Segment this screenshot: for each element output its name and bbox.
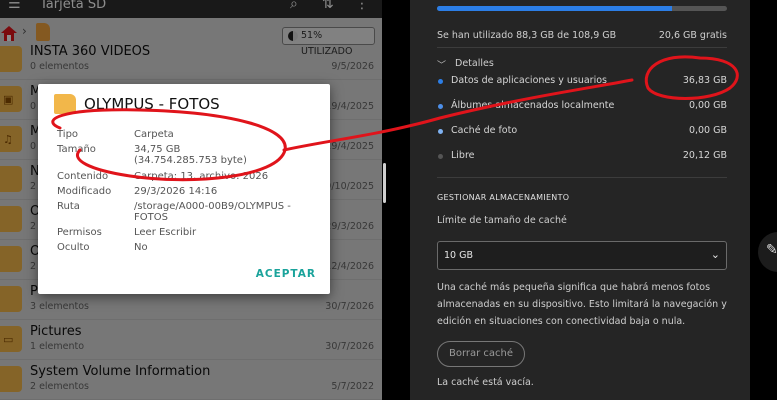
property-value: FOTOS (134, 212, 168, 223)
cache-limit-label: Límite de tamaño de caché (437, 215, 567, 226)
used-storage-text: Se han utilizado 88,3 GB de 108,9 GB (437, 30, 617, 41)
clear-cache-button[interactable]: Borrar caché (437, 341, 525, 367)
pencil-icon: ✎ (766, 242, 777, 258)
chevron-down-icon[interactable]: ﹀ (437, 58, 446, 71)
property-label: Tamaño (57, 144, 96, 155)
scroll-handle[interactable] (383, 163, 386, 203)
property-label: Oculto (57, 242, 90, 253)
cache-limit-value: 10 GB (444, 250, 473, 261)
section-title: GESTIONAR ALMACENAMIENTO (437, 193, 570, 202)
property-value: Carpeta (134, 129, 174, 140)
properties-dialog: OLYMPUS - FOTOS Tipo Carpeta Tamaño 34,75 G… (38, 84, 330, 294)
storage-item: Álbumes almacenados localmente 0,00 GB (437, 100, 727, 116)
storage-item: Datos de aplicaciones y usuarios 36,83 GB (437, 75, 727, 91)
cache-limit-select[interactable]: 10 GB ⌄ (437, 241, 727, 270)
property-value: 29/3/2026 14:16 (134, 186, 218, 197)
file-manager-panel: ☰ Tarjeta SD ⌕ ⇅ ⋮ › 51% UTILIZADO INSTA… (0, 0, 382, 400)
cache-description: Una caché más pequeña significa que habr… (437, 282, 727, 327)
divider (437, 177, 727, 178)
property-value: 34,75 GB (134, 144, 181, 155)
storage-item-label: Datos de aplicaciones y usuarios (451, 75, 607, 86)
property-value: Leer Escribir (134, 227, 197, 238)
accept-button[interactable]: ACEPTAR (256, 268, 316, 280)
property-value: Carpeta: 13, archivo: 2026 (134, 171, 269, 182)
chevron-down-icon: ⌄ (710, 248, 720, 261)
cache-settings-panel: Se han utilizado 88,3 GB de 108,9 GB 20,… (410, 0, 750, 400)
dialog-title: OLYMPUS - FOTOS (84, 95, 220, 113)
legend-dot (438, 79, 443, 84)
property-value: /storage/A000-00B9/OLYMPUS - (134, 201, 291, 212)
free-storage-text: 20,6 GB gratis (658, 30, 727, 41)
screen-edge: ✎ (750, 0, 777, 400)
storage-usage-fill (437, 6, 672, 11)
property-label: Tipo (57, 129, 79, 140)
storage-item-label: Libre (451, 150, 475, 161)
legend-dot (438, 129, 443, 134)
legend-dot (438, 154, 443, 159)
storage-item-amount: 0,00 GB (688, 100, 727, 111)
property-value: (34.754.285.753 byte) (134, 155, 247, 166)
split-divider (382, 0, 410, 400)
storage-item-amount: 20,12 GB (682, 150, 727, 161)
storage-usage-bar (437, 6, 727, 11)
property-value: No (134, 242, 148, 253)
storage-item: Libre 20,12 GB (437, 150, 727, 166)
legend-dot (438, 104, 443, 109)
storage-item-label: Álbumes almacenados localmente (451, 100, 615, 111)
property-label: Contenido (57, 171, 109, 182)
cache-status-text: La caché está vacía. (437, 377, 534, 388)
pen-button[interactable]: ✎ (758, 232, 777, 272)
property-label: Permisos (57, 227, 102, 238)
storage-item-amount: 36,83 GB (682, 75, 727, 86)
storage-item-amount: 0,00 GB (688, 125, 727, 136)
storage-item: Caché de foto 0,00 GB (437, 125, 727, 141)
details-toggle[interactable]: Detalles (455, 58, 494, 69)
divider (437, 47, 727, 48)
property-label: Ruta (57, 201, 80, 212)
property-label: Modificado (57, 186, 112, 197)
folder-icon (54, 94, 76, 114)
storage-item-label: Caché de foto (451, 125, 518, 136)
